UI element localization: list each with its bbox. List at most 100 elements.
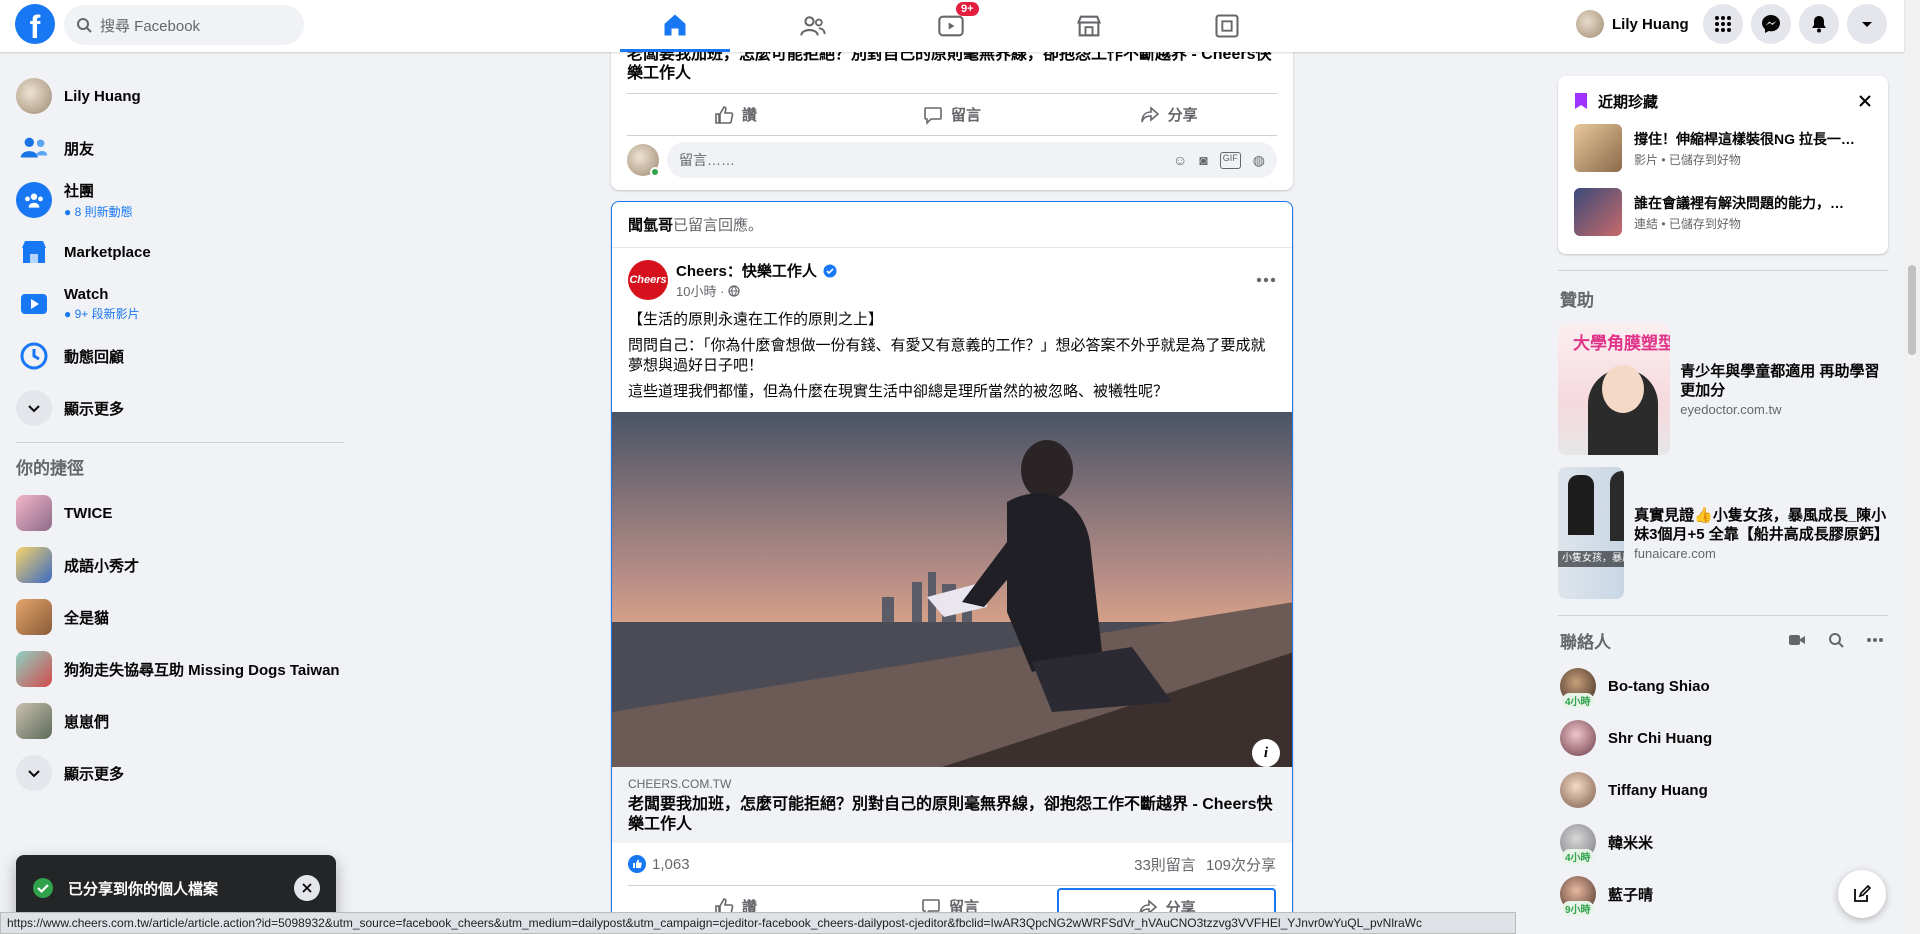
shortcut-missing-dogs[interactable]: 狗狗走失協尋互助 Missing Dogs Taiwan — [8, 643, 348, 695]
post-time[interactable]: 10小時 · — [676, 281, 724, 300]
show-more-button[interactable]: 顯示更多 — [8, 382, 348, 434]
link-title: 老闆要我加班，怎麼可能拒絕？別對自己的原則毫無界線，卻抱怨工作不斷越界 - Ch… — [628, 796, 1273, 833]
show-more-label: 顯示更多 — [64, 400, 125, 418]
divider — [16, 442, 344, 443]
shortcut-label: 狗狗走失協尋互助 Missing Dogs Taiwan — [64, 661, 340, 679]
context-actor[interactable]: 聞氫哥 — [628, 217, 673, 234]
toast-close-button[interactable] — [294, 875, 320, 901]
account-menu-button[interactable] — [1847, 4, 1887, 44]
tab-watch[interactable]: 9+ — [896, 0, 1006, 52]
sidebar-item-label: 動態回顧 — [64, 348, 125, 366]
top-bar: f 搜尋 Facebook 9+ Lily Huang — [0, 0, 1904, 52]
thumbs-up-icon — [715, 105, 734, 124]
shares-count[interactable]: 109次分享 — [1206, 857, 1276, 874]
search-icon[interactable] — [1828, 632, 1844, 648]
shortcut-cats[interactable]: 全是貓 — [8, 591, 348, 643]
marketplace-icon — [16, 234, 52, 270]
contacts-heading: 聯絡人 — [1560, 632, 1611, 652]
search-input[interactable]: 搜尋 Facebook — [64, 5, 304, 45]
reactions-summary[interactable]: 1,063 — [628, 855, 690, 873]
shortcut-label: 全是貓 — [64, 609, 110, 627]
facebook-logo[interactable]: f — [15, 4, 55, 44]
watch-icon — [16, 286, 52, 322]
info-icon[interactable]: i — [1252, 739, 1280, 767]
friends-icon — [16, 130, 52, 166]
comment-input[interactable]: 留言…… ☺ ◙ GIF ◍ — [667, 142, 1277, 178]
bell-icon — [1812, 16, 1826, 33]
sidebar-item-memories[interactable]: 動態回顧 — [8, 330, 348, 382]
avatar: 4小時 — [1560, 824, 1596, 864]
messenger-button[interactable] — [1751, 4, 1791, 44]
comments-count[interactable]: 33則留言 — [1134, 857, 1196, 874]
shortcut-cubs[interactable]: 崽崽們 — [8, 695, 348, 747]
sidebar-item-groups[interactable]: 社團 ● 8 則新動態 — [8, 174, 348, 226]
contact-name: Tiffany Huang — [1608, 781, 1708, 799]
show-more-label: 顯示更多 — [64, 765, 125, 783]
like-button[interactable]: 讚 — [627, 94, 844, 135]
page-avatar[interactable]: Cheers — [628, 260, 668, 300]
search-placeholder: 搜尋 Facebook — [100, 17, 201, 35]
sticker-icon[interactable]: ◍ — [1253, 152, 1265, 169]
shortcut-thumbnail — [16, 495, 52, 531]
more-options-icon[interactable] — [1256, 277, 1276, 283]
gif-icon[interactable]: GIF — [1219, 151, 1241, 169]
new-message-button[interactable] — [1838, 870, 1886, 918]
saved-item[interactable]: 撐住！伸縮桿這樣裝很NG 拉長一… 影片 • 已儲存到好物 — [1574, 116, 1872, 180]
scrollbar-thumb[interactable] — [1908, 265, 1916, 355]
shortcut-twice[interactable]: TWICE — [8, 487, 348, 539]
shortcuts-heading: 你的捷徑 — [16, 459, 84, 478]
more-options-icon[interactable] — [1866, 637, 1884, 643]
comment-icon — [924, 106, 942, 125]
contact-item[interactable]: Shr Chi Huang — [1558, 712, 1888, 764]
profile-chip-name: Lily Huang — [1612, 15, 1689, 33]
last-active: 4小時 — [1562, 849, 1594, 864]
check-circle-icon — [33, 878, 53, 898]
contact-name: 藍子晴 — [1608, 886, 1654, 904]
page-name[interactable]: Cheers：快樂工作人 — [676, 260, 817, 281]
reaction-count: 1,063 — [652, 855, 690, 873]
sidebar-item-watch[interactable]: Watch ● 9+ 段新影片 — [8, 278, 348, 330]
video-call-icon[interactable] — [1788, 633, 1806, 647]
sidebar-item-friends[interactable]: 朋友 — [8, 122, 348, 174]
share-button[interactable]: 分享 — [1060, 94, 1277, 135]
comment-button[interactable]: 留言 — [844, 94, 1061, 135]
ad-item[interactable]: 大學角膜塑型 青少年與學童都適用 再助學習更加分 eyedoctor.com.t… — [1558, 323, 1888, 455]
ad-image: 小隻女孩，暴風成長！ — [1558, 467, 1625, 599]
divider — [1558, 270, 1888, 271]
link-image[interactable]: i — [612, 412, 1292, 767]
shortcut-thumbnail — [16, 651, 52, 687]
ad-domain: eyedoctor.com.tw — [1680, 401, 1782, 417]
last-active: 4小時 — [1562, 693, 1594, 708]
link-preview[interactable]: CHEERS.COM.TW 老闆要我加班，怎麼可能拒絕？別對自己的原則毫無界線，… — [612, 767, 1292, 843]
profile-chip[interactable]: Lily Huang — [1572, 6, 1697, 42]
shortcut-idiom[interactable]: 成語小秀才 — [8, 539, 348, 591]
contact-item[interactable]: 4小時 韓米米 — [1558, 816, 1888, 868]
sidebar-item-marketplace[interactable]: Marketplace — [8, 226, 348, 278]
contact-item[interactable]: 4小時 Bo-tang Shiao — [1558, 660, 1888, 712]
ad-title: 真實見證👍小隻女孩，暴風成長_陳小妹3個月+5 全靠【船井高成長膠原鈣】 — [1634, 506, 1889, 543]
bookmark-icon — [1575, 93, 1587, 109]
tab-home[interactable] — [620, 0, 730, 52]
contacts-header: 聯絡人 — [1558, 620, 1888, 660]
notifications-button[interactable] — [1799, 4, 1839, 44]
ad-domain: funaicare.com — [1634, 545, 1716, 561]
scrollbar[interactable] — [1904, 0, 1920, 934]
close-icon[interactable] — [1858, 94, 1872, 108]
tab-gaming[interactable] — [1172, 0, 1282, 52]
divider — [1558, 615, 1888, 616]
emoji-icon[interactable]: ☺ — [1173, 152, 1187, 169]
ad-title: 青少年與學童都適用 再助學習更加分 — [1680, 362, 1880, 399]
post-photo — [612, 412, 1292, 767]
show-more-shortcuts-button[interactable]: 顯示更多 — [8, 747, 348, 799]
saved-item[interactable]: 誰在會議裡有解決問題的能力，… 連結 • 已儲存到好物 — [1574, 180, 1872, 244]
tab-marketplace[interactable] — [1034, 0, 1144, 52]
ad-item[interactable]: 小隻女孩，暴風成長！ 真實見證👍小隻女孩，暴風成長_陳小妹3個月+5 全靠【船井… — [1558, 467, 1889, 599]
sidebar-item-profile[interactable]: Lily Huang — [8, 70, 348, 122]
saved-item-title: 撐住！伸縮桿這樣裝很NG 拉長一… — [1634, 130, 1855, 147]
camera-icon[interactable]: ◙ — [1199, 152, 1207, 169]
contact-item[interactable]: Tiffany Huang — [1558, 764, 1888, 816]
tab-friends[interactable] — [758, 0, 868, 52]
menu-button[interactable] — [1703, 4, 1743, 44]
watch-icon — [938, 15, 964, 37]
sponsored-heading: 贊助 — [1560, 291, 1594, 310]
